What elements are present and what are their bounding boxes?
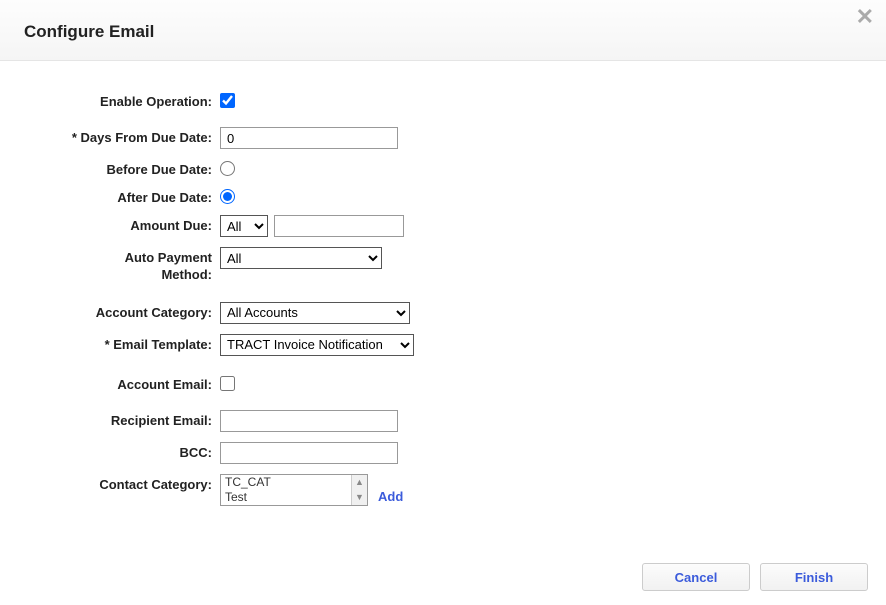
row-bcc: BCC: xyxy=(40,442,846,464)
input-bcc[interactable] xyxy=(220,442,398,464)
label-after-due-date: After Due Date: xyxy=(40,187,220,205)
label-amount-due: Amount Due: xyxy=(40,215,220,233)
label-recipient-email: Recipient Email: xyxy=(40,410,220,428)
label-contact-category: Contact Category: xyxy=(40,474,220,492)
row-before-due-date: Before Due Date: xyxy=(40,159,846,177)
row-after-due-date: After Due Date: xyxy=(40,187,846,205)
row-days-from-due-date: * Days From Due Date: xyxy=(40,127,846,149)
radio-after-due-date[interactable] xyxy=(220,189,235,204)
input-days-from-due-date[interactable] xyxy=(220,127,398,149)
input-amount-due[interactable] xyxy=(274,215,404,237)
finish-button[interactable]: Finish xyxy=(760,563,868,591)
label-account-email: Account Email: xyxy=(40,374,220,392)
close-icon[interactable]: ✕ xyxy=(856,6,874,28)
scroll-up-icon[interactable]: ▲ xyxy=(352,475,367,490)
row-email-template: * Email Template: TRACT Invoice Notifica… xyxy=(40,334,846,356)
list-item[interactable]: Test xyxy=(221,490,367,505)
cancel-button[interactable]: Cancel xyxy=(642,563,750,591)
select-email-template[interactable]: TRACT Invoice Notification xyxy=(220,334,414,356)
radio-before-due-date[interactable] xyxy=(220,161,235,176)
label-bcc: BCC: xyxy=(40,442,220,460)
list-item[interactable]: TC_CAT xyxy=(221,475,367,490)
listbox-scrollbar[interactable]: ▲ ▼ xyxy=(351,475,367,505)
row-contact-category: Contact Category: TC_CAT Test ▲ ▼ Add xyxy=(40,474,846,506)
scroll-down-icon[interactable]: ▼ xyxy=(352,490,367,505)
label-enable-operation: Enable Operation: xyxy=(40,91,220,109)
dialog-title: Configure Email xyxy=(24,22,862,42)
dialog-header: Configure Email ✕ xyxy=(0,0,886,61)
row-amount-due: Amount Due: All xyxy=(40,215,846,237)
listbox-contact-category[interactable]: TC_CAT Test ▲ ▼ xyxy=(220,474,368,506)
row-recipient-email: Recipient Email: xyxy=(40,410,846,432)
row-enable-operation: Enable Operation: xyxy=(40,91,846,109)
add-link[interactable]: Add xyxy=(378,489,403,506)
row-auto-payment-method: Auto PaymentMethod: All xyxy=(40,247,846,284)
select-amount-due[interactable]: All xyxy=(220,215,268,237)
form-area: Enable Operation: * Days From Due Date: … xyxy=(0,61,886,536)
row-account-category: Account Category: All Accounts xyxy=(40,302,846,324)
dialog-footer: Cancel Finish xyxy=(642,563,868,591)
select-account-category[interactable]: All Accounts xyxy=(220,302,410,324)
label-days-from-due-date: * Days From Due Date: xyxy=(40,127,220,145)
input-recipient-email[interactable] xyxy=(220,410,398,432)
row-account-email: Account Email: xyxy=(40,374,846,392)
label-account-category: Account Category: xyxy=(40,302,220,320)
checkbox-account-email[interactable] xyxy=(220,376,235,391)
label-before-due-date: Before Due Date: xyxy=(40,159,220,177)
label-email-template: * Email Template: xyxy=(40,334,220,352)
label-auto-payment-method: Auto PaymentMethod: xyxy=(40,247,220,284)
select-auto-payment-method[interactable]: All xyxy=(220,247,382,269)
checkbox-enable-operation[interactable] xyxy=(220,93,235,108)
